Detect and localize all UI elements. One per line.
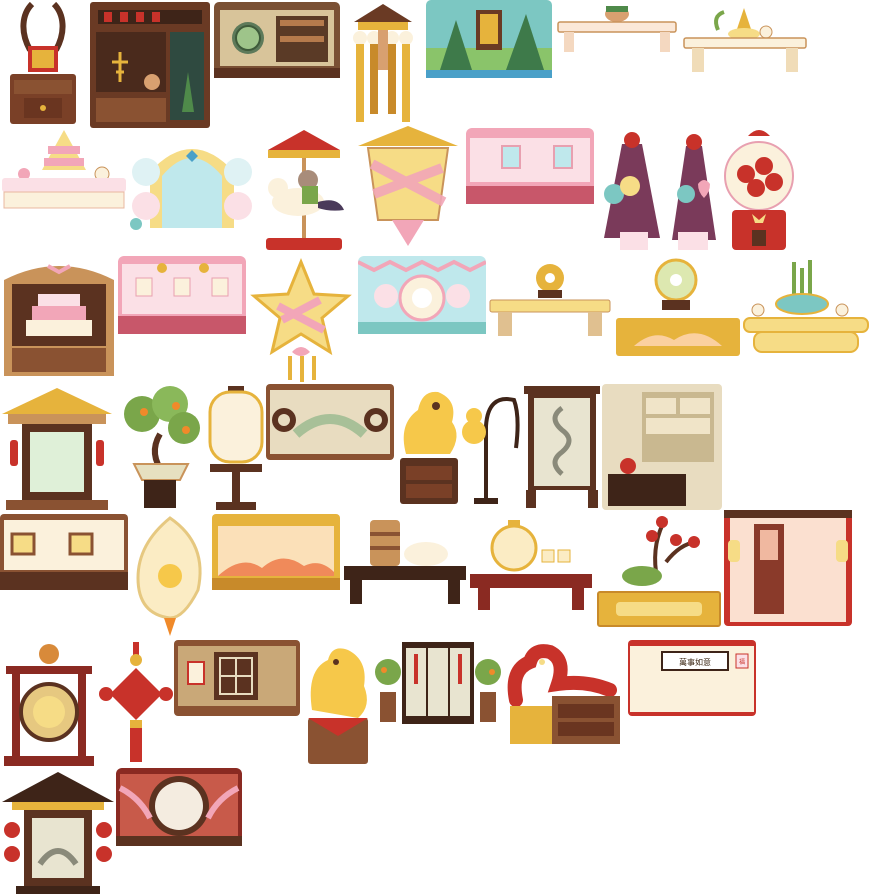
jade-disc-stand-icon [616,258,740,356]
lattice-wall-icon [266,384,394,460]
curio-shelf-wall[interactable] [602,384,722,510]
shop-shelves-icon [90,2,210,128]
pagoda-tassel-icon [353,4,413,122]
gift-bag-heart-icon [672,134,716,250]
pagoda-icon [2,772,114,894]
jade-disc-bench[interactable] [488,256,612,340]
bonsai-icon [124,386,200,508]
sunset-mountain-panel[interactable] [212,514,340,590]
seal-stamp-text: 福 [738,659,745,666]
lattice-wall-panel[interactable] [266,384,394,460]
floor-lamp-icon [208,386,264,510]
landscape-panel-icon [426,0,552,78]
golden-qilin-statue[interactable] [396,384,462,506]
balloon-arch-backdrop[interactable] [130,128,254,232]
carousel-horse[interactable] [258,126,350,254]
kitty-party-wall[interactable] [358,256,486,334]
lantern-window-icon [724,510,852,626]
pink-wall-panel[interactable] [466,128,594,204]
chinese-knot-icon [99,642,173,762]
pagoda-lantern-tassel[interactable] [344,0,422,126]
gift-lantern-icon [358,126,458,246]
balloon-bag-purple[interactable] [596,128,668,254]
gong-icon [4,644,94,766]
offering-table-small[interactable] [556,0,678,56]
dragon-screen-icon [524,386,600,508]
moon-window-wall[interactable] [116,768,242,846]
plum-bench-icon [597,516,721,627]
teapot-table-icon [470,520,592,610]
gold-dragon-chest-icon [308,648,368,764]
dessert-party-table[interactable] [2,126,126,212]
pink-lantern-wall-icon [118,256,246,334]
antler-altar[interactable] [2,2,84,128]
bamboo-painting-wall[interactable] [426,0,552,78]
red-dragon-icon [507,644,620,744]
kitty-wall-icon [358,256,486,334]
gold-trim-wall[interactable] [0,514,128,590]
golden-dragon-chest[interactable] [302,640,374,768]
low-table-icon [557,6,677,52]
gold-wall-icon [0,514,128,590]
cake-display-cabinet[interactable] [2,256,116,384]
pagoda-lantern-pavilion[interactable] [2,768,114,896]
sticker-sheet: 萬事如意 福 [0,0,870,896]
balloon-bag-heart[interactable] [668,130,720,254]
golden-teapot-table[interactable] [468,512,594,612]
carousel-icon [266,130,344,250]
antler-cabinet-icon [10,2,76,124]
window-wall-icon [174,640,300,716]
lucky-bamboo-table[interactable] [742,256,870,358]
temple-gong-stand[interactable] [2,640,96,768]
paper-floor-lamp[interactable] [206,384,266,512]
plum-blossom-bench[interactable] [596,512,722,628]
cake-cabinet-icon [4,264,114,376]
bonsai-orange-tree[interactable] [114,384,206,512]
pavilion-gate-icon [2,388,112,510]
jade-pendant-icon [136,516,202,636]
steamer-table-icon [344,520,466,604]
orange-tree-screen[interactable] [374,640,502,728]
qilin-icon [400,391,458,504]
red-lantern-window[interactable] [724,510,852,626]
screen-calligraphy-text: 萬事如意 [679,658,711,667]
balloon-arch-icon [130,149,252,230]
star-lantern-icon [250,258,352,382]
lattice-window-wall[interactable] [174,640,300,716]
chinese-knot-ornament[interactable] [98,640,174,766]
jade-disc-stand[interactable] [614,256,742,358]
calligraphy-wall[interactable]: 萬事如意 福 [628,640,756,716]
ribbon-lantern[interactable] [352,124,464,252]
herbal-shop-wall[interactable] [90,2,210,128]
gourd-lamp-icon [462,397,520,504]
gumball-icon [724,130,794,250]
calligraphy-wall-icon [628,640,756,716]
round-window-wall-icon [214,2,340,78]
orange-screen-icon [375,642,501,724]
mountain-panel-icon [212,514,340,590]
dragon-folding-screen[interactable] [522,384,602,510]
gold-pavilion-gate[interactable] [2,384,112,512]
tea-table-icon [683,8,807,72]
star-lantern[interactable] [248,256,354,384]
pink-lantern-wall[interactable] [118,256,246,334]
gourd-hook-lamp[interactable] [458,386,522,506]
red-dragon-cabinet[interactable] [506,640,624,748]
pink-wall-icon [466,128,594,204]
gift-bag-icon [604,132,660,250]
moon-window-icon [116,768,242,846]
jade-pendant-lamp[interactable] [128,514,212,638]
curio-shelf-icon [602,384,722,510]
tea-set-table[interactable] [682,2,808,76]
dessert-table-icon [2,130,126,209]
tea-house-wall[interactable] [214,2,340,78]
bamboo-pot-icon [743,260,869,353]
jade-disc-icon [489,264,611,336]
apple-gumball-machine[interactable] [722,126,796,254]
dim-sum-steamer-table[interactable] [342,514,468,606]
